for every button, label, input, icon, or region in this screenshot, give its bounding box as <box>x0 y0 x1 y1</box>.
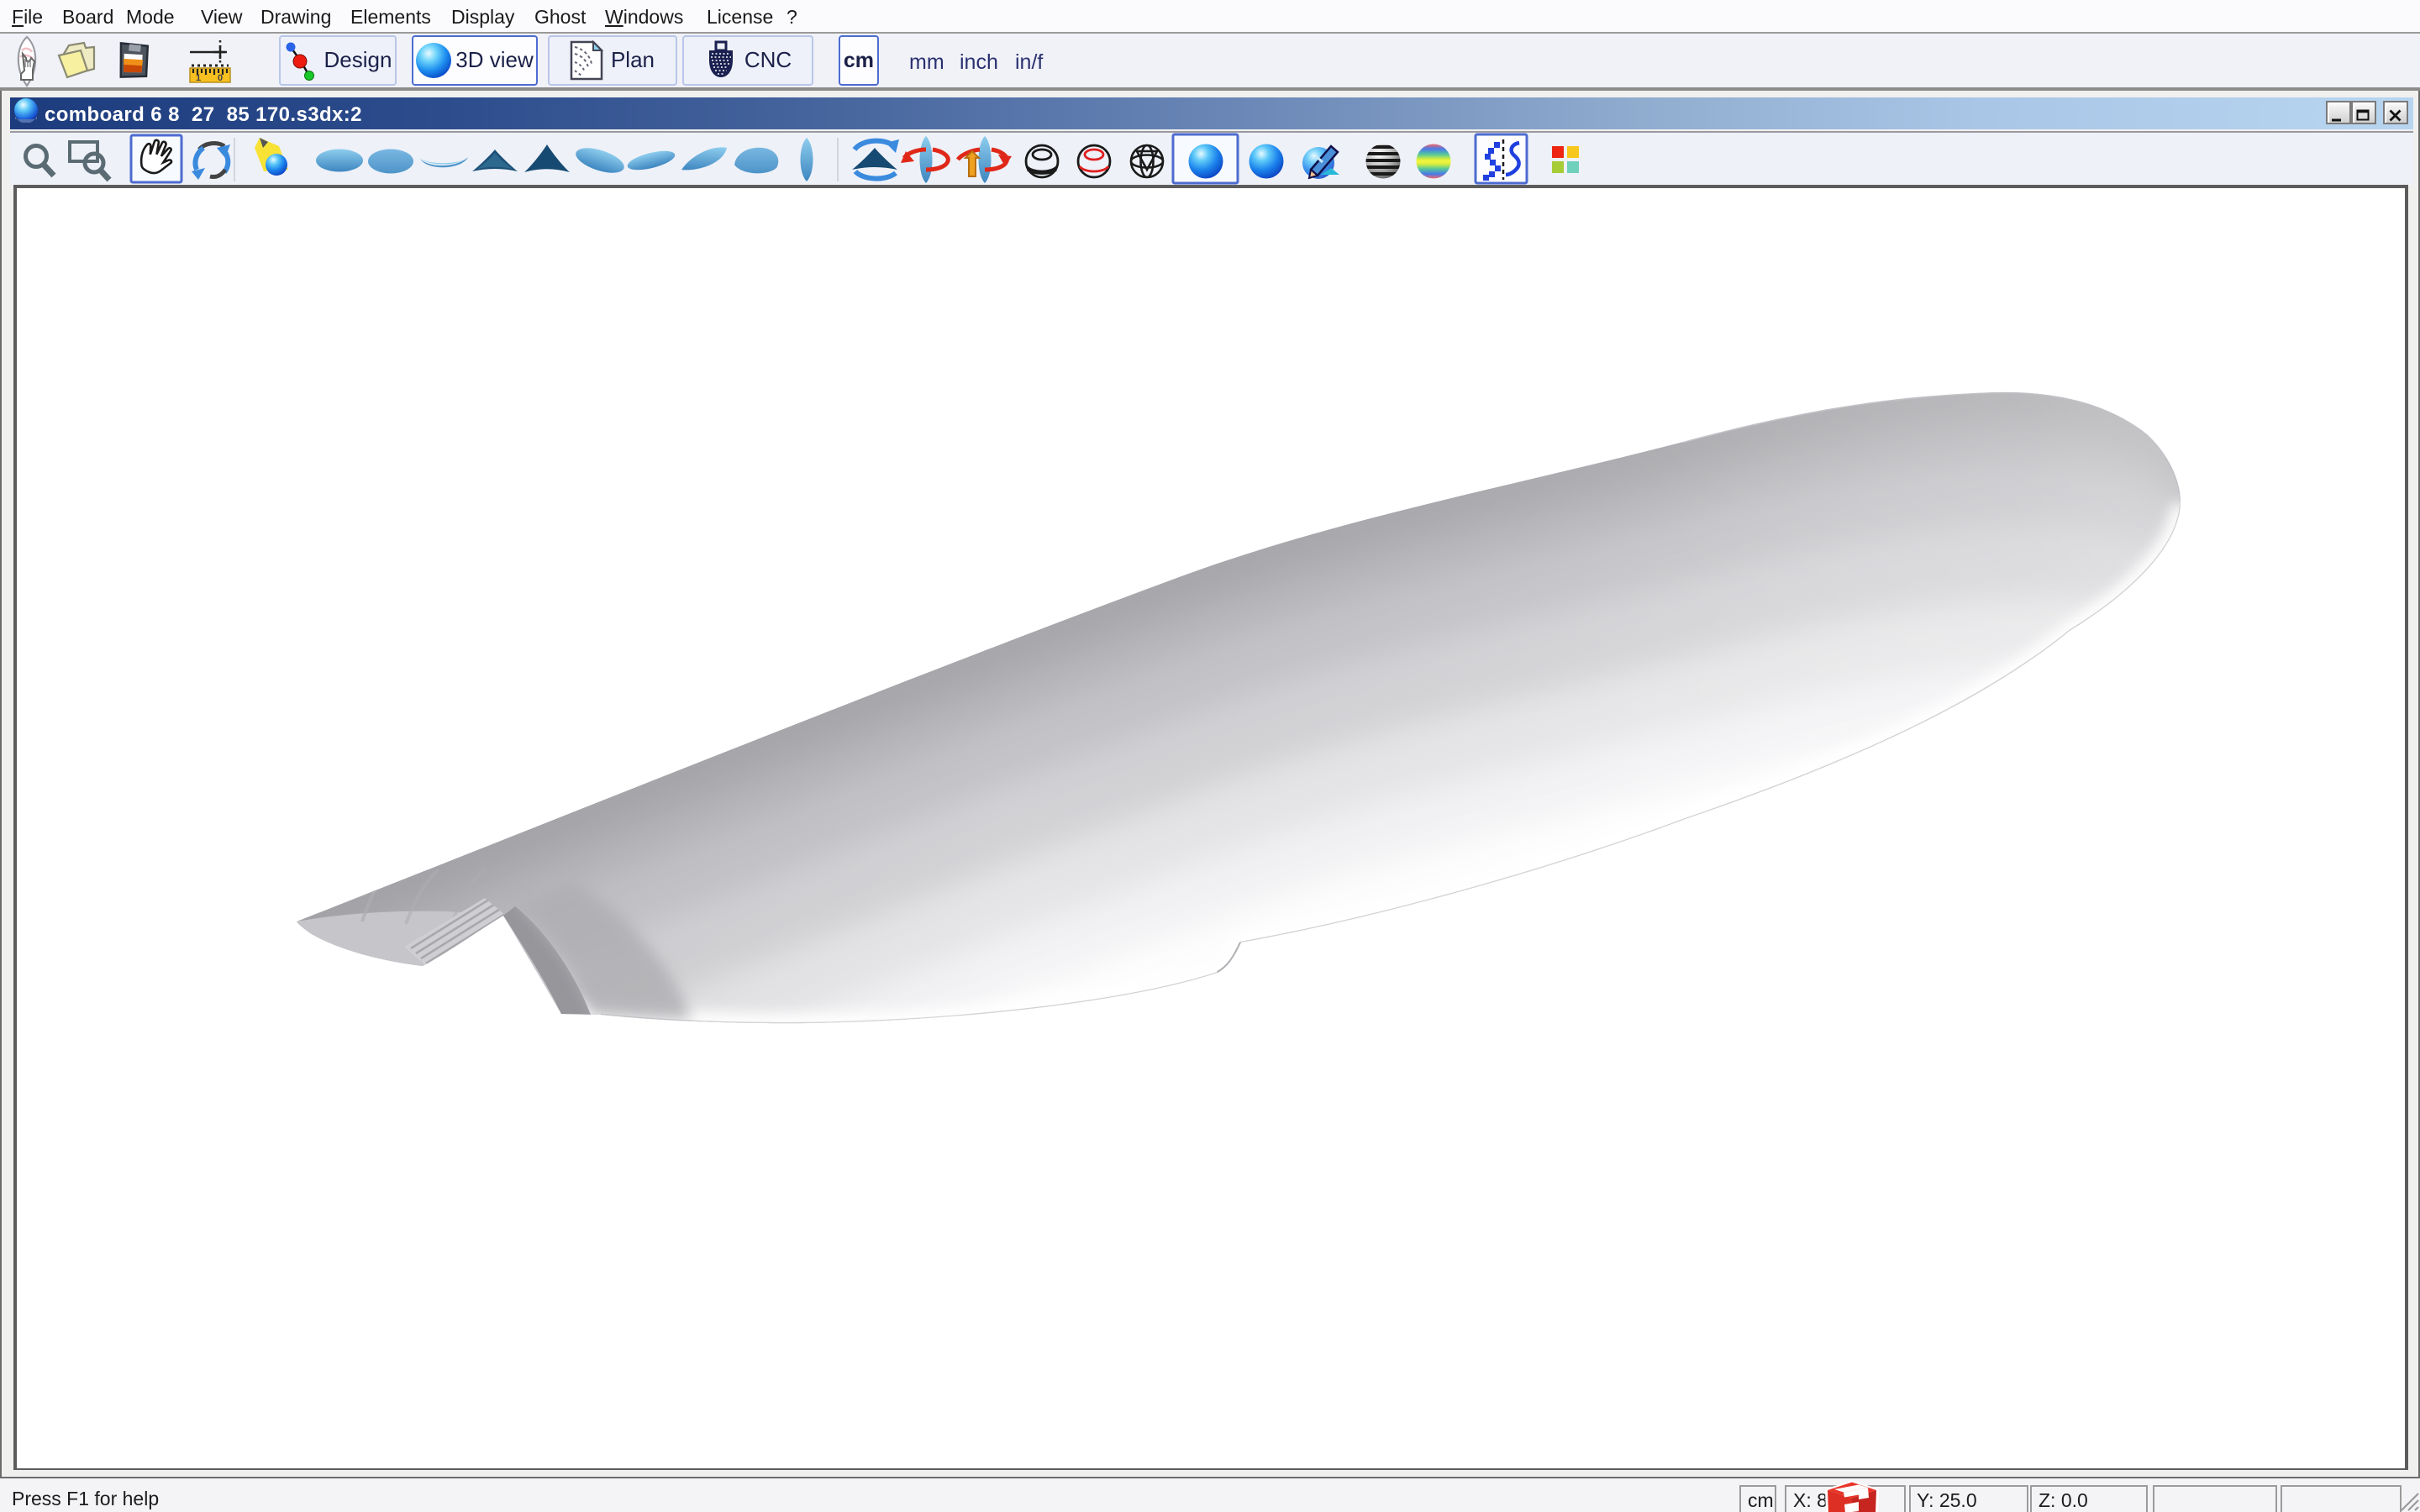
svg-text:0: 0 <box>218 73 223 83</box>
svg-text:1: 1 <box>196 73 201 83</box>
